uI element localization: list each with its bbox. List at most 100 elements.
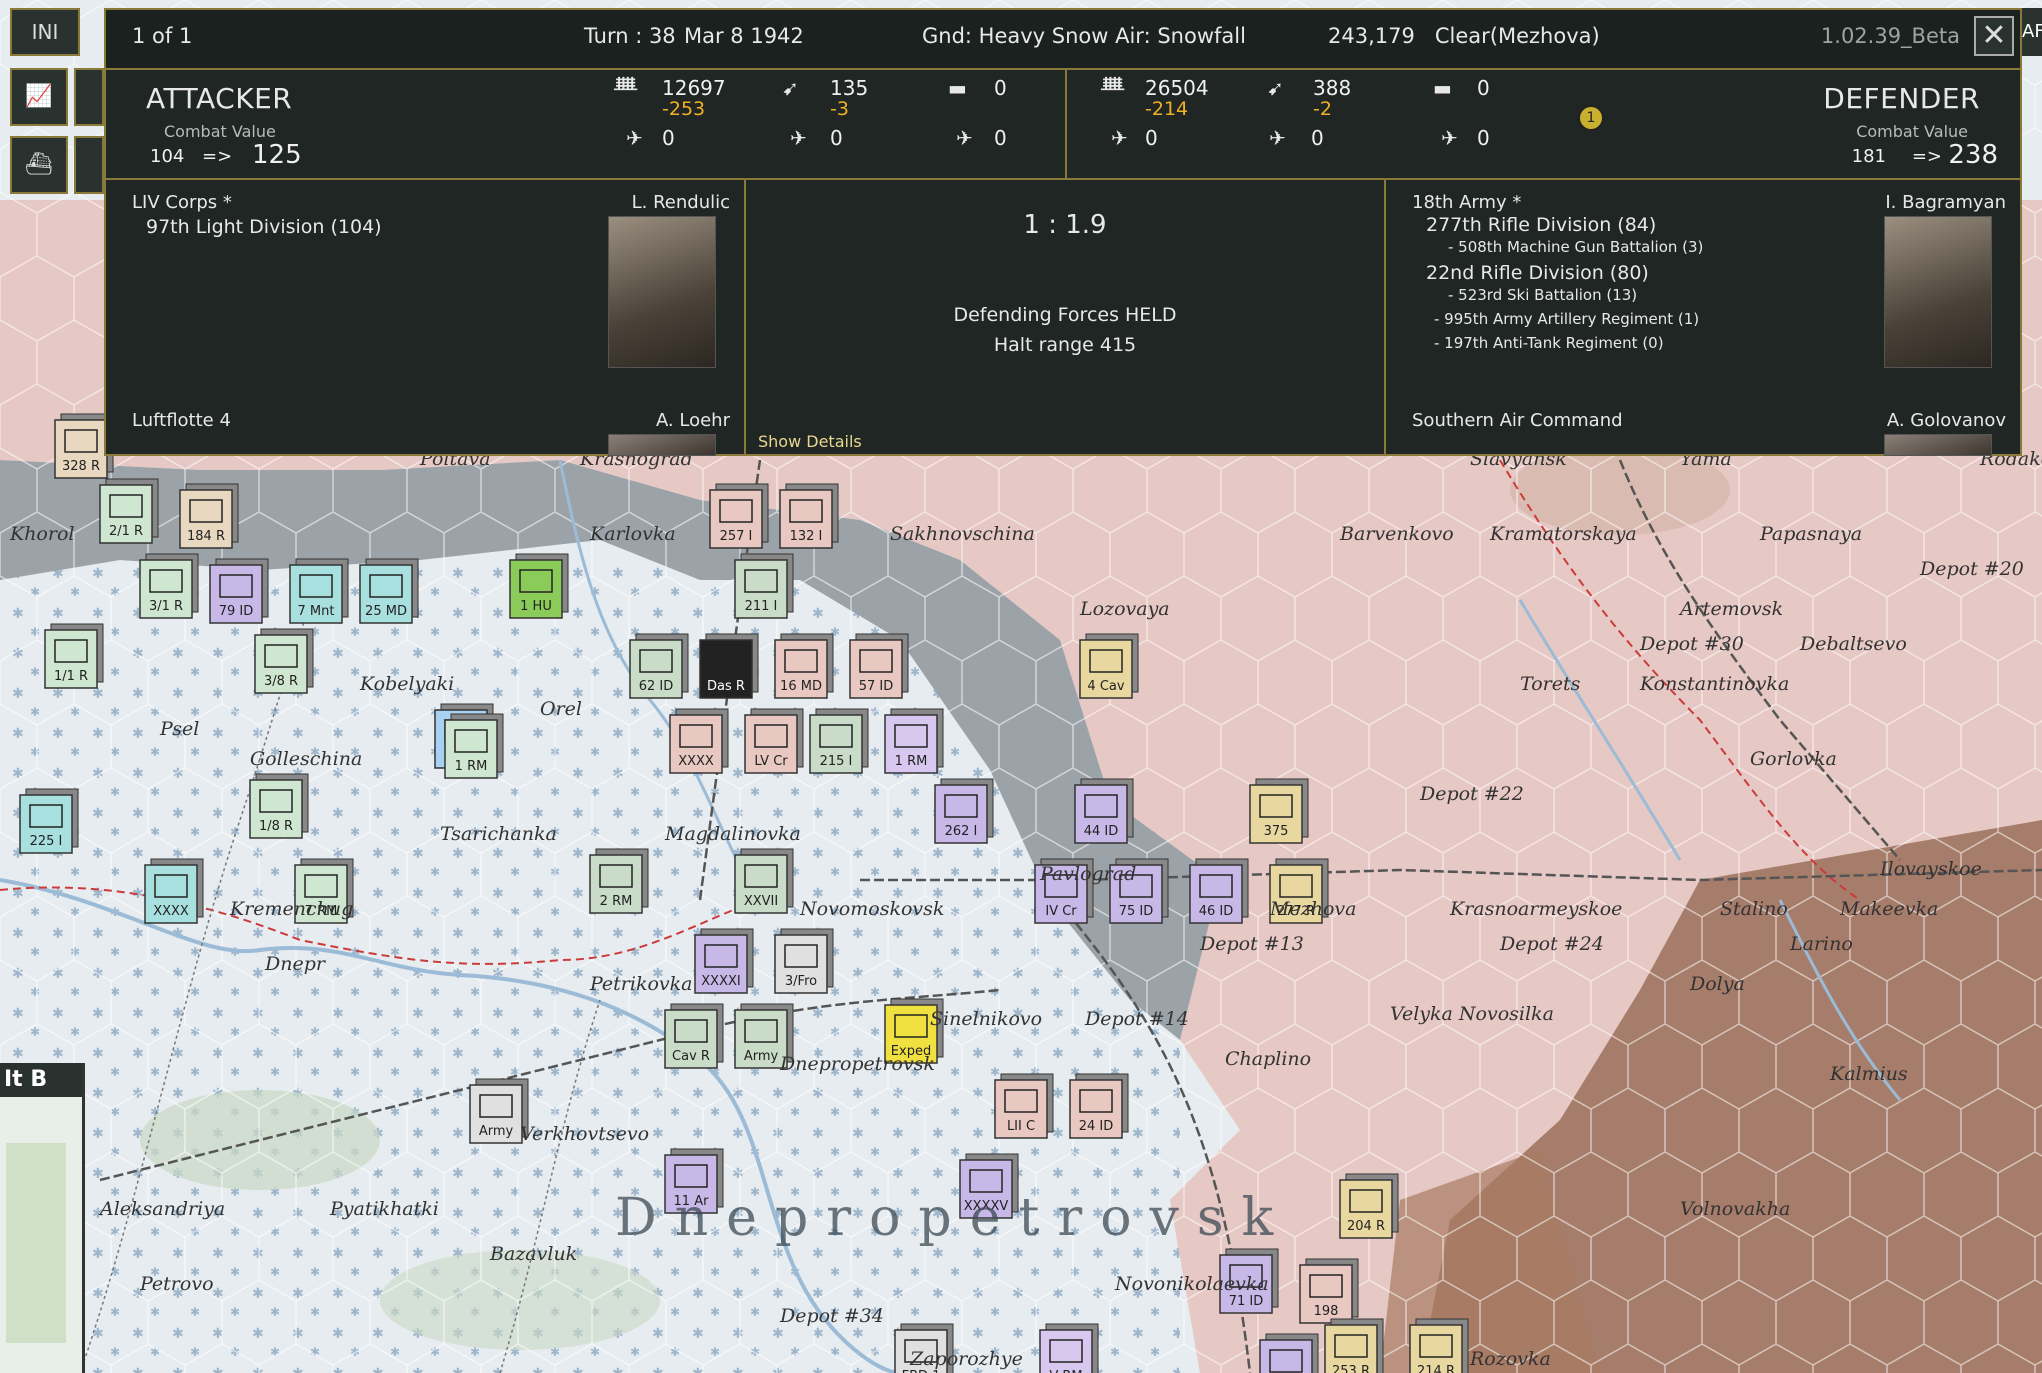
unit-counter[interactable]: 225 I xyxy=(19,788,79,854)
unit-counter[interactable]: LV Cr xyxy=(744,708,804,774)
attacker-unit[interactable]: 97th Light Division (104) xyxy=(146,216,382,238)
unit-counter[interactable]: XXVII xyxy=(734,848,794,914)
map-town-label: Makeevka xyxy=(1839,898,1938,920)
map-town-label: Mezhova xyxy=(1269,898,1356,920)
defender-units-section: 18th Army * I. Bagramyan 277th Rifle Div… xyxy=(1386,180,2020,456)
unit-counter[interactable]: Cav R xyxy=(664,1003,724,1069)
unit-counter[interactable]: 1 RM xyxy=(444,713,504,779)
attacker-air-commander: A. Loehr xyxy=(655,410,730,431)
attacker-title: ATTACKER xyxy=(146,82,293,115)
attacker-units-section: LIV Corps * 97th Light Division (104) L.… xyxy=(106,180,746,456)
tool-icon[interactable] xyxy=(74,68,104,126)
unit-counter-label: 225 I xyxy=(30,834,63,849)
map-town-label: Artemovsk xyxy=(1678,598,1783,620)
close-button[interactable]: ✕ xyxy=(1974,16,2014,56)
unit-counter-label: XXVII xyxy=(744,894,778,909)
map-town-label: Aleksandriya xyxy=(98,1198,225,1220)
map-town-label: Dnepropetrovsk xyxy=(779,1053,935,1075)
gun-icon: ➹ xyxy=(1267,76,1284,100)
defender-subunit[interactable]: - 508th Machine Gun Battalion (3) xyxy=(1448,238,1703,256)
location-label: 243,179 Clear(Mezhova) xyxy=(1328,24,1600,48)
unit-counter[interactable]: 1 HU xyxy=(509,553,569,619)
unit-counter[interactable]: 204 R xyxy=(1339,1173,1399,1239)
defender-subunit[interactable]: - 995th Army Artillery Regiment (1) xyxy=(1434,310,1699,328)
unit-counter[interactable]: 2/1 R xyxy=(99,478,159,544)
defender-subunit[interactable]: - 523rd Ski Battalion (13) xyxy=(1448,286,1637,304)
unit-counter[interactable]: 24 ID xyxy=(1069,1073,1129,1139)
unit-counter[interactable]: 375 xyxy=(1249,778,1309,844)
map-town-label: Tsarichanka xyxy=(440,823,557,845)
defender-tanks: 0 xyxy=(1477,76,1490,100)
attacker-strength: ATTACKER Combat Value 104 => 125 ᚙ 12697… xyxy=(106,70,1067,180)
unit-counter[interactable]: 100 xyxy=(1259,1333,1319,1373)
map-town-label: Petrovo xyxy=(139,1273,214,1295)
map-town-label: Chaplino xyxy=(1225,1048,1311,1070)
unit-counter[interactable]: 4 Cav xyxy=(1079,633,1139,699)
unit-counter[interactable]: 257 I xyxy=(709,483,769,549)
map-town-label: Karlovka xyxy=(589,523,676,545)
unit-counter[interactable]: 7 Mnt xyxy=(289,558,349,624)
unit-counter[interactable]: 184 R xyxy=(179,483,239,549)
unit-counter[interactable]: 211 I xyxy=(734,553,794,619)
unit-counter[interactable]: 214 R xyxy=(1409,1318,1469,1373)
bomber-icon: ✈ xyxy=(1269,126,1286,150)
defender-hq[interactable]: 18th Army * xyxy=(1412,192,1521,213)
unit-counter[interactable]: 1/8 R xyxy=(249,773,309,839)
attacker-hq[interactable]: LIV Corps * xyxy=(132,192,232,213)
unit-counter[interactable]: 62 ID xyxy=(629,633,689,699)
unit-counter[interactable]: 132 I xyxy=(779,483,839,549)
pencil-icon[interactable] xyxy=(74,136,104,194)
defender-subunit[interactable]: - 197th Anti-Tank Regiment (0) xyxy=(1434,334,1664,352)
unit-counter[interactable]: 215 I xyxy=(809,708,869,774)
chart-icon[interactable]: 📈 xyxy=(10,68,68,126)
unit-counter[interactable]: XXXX xyxy=(144,858,204,924)
unit-counter[interactable]: 25 MD xyxy=(359,558,419,624)
attacker-cv-label: Combat Value xyxy=(164,122,276,141)
unit-counter[interactable]: 253 R xyxy=(1324,1318,1384,1373)
show-details-link[interactable]: Show Details xyxy=(758,432,862,451)
close-icon[interactable]: ✕ xyxy=(1981,18,2006,53)
unit-counter[interactable]: 262 I xyxy=(934,778,994,844)
unit-counter[interactable]: LII C xyxy=(994,1073,1054,1139)
unit-counter-body xyxy=(1039,1329,1093,1373)
unit-counter-label: 71 ID xyxy=(1229,1294,1264,1309)
date-label: Mar 8 1942 xyxy=(684,24,804,48)
map-town-label: Magdalinovka xyxy=(664,823,801,845)
defender-unit[interactable]: 277th Rifle Division (84) xyxy=(1426,214,1656,236)
unit-counter[interactable]: XXXXI xyxy=(694,928,754,994)
unit-counter[interactable]: 2 RM xyxy=(589,848,649,914)
unit-counter[interactable]: 3/8 R xyxy=(254,628,314,694)
unit-counter[interactable]: 44 ID xyxy=(1074,778,1134,844)
minimap[interactable]: It B xyxy=(0,1063,85,1373)
unit-counter[interactable]: 3/1 R xyxy=(139,553,199,619)
map-town-label: Verkhovtsevo xyxy=(520,1123,649,1145)
tab-air[interactable]: AF xyxy=(2022,8,2042,56)
defender-guns-loss: -2 xyxy=(1313,98,1332,120)
unit-counter[interactable]: V RM xyxy=(1039,1323,1099,1373)
unit-counter[interactable]: 16 MD xyxy=(774,633,834,699)
unit-counter-label: LV Cr xyxy=(754,754,788,769)
map-town-label: Khorol xyxy=(9,523,74,545)
unit-counter[interactable]: 198 xyxy=(1299,1258,1359,1324)
unit-counter-label: 25 MD xyxy=(365,604,407,619)
defender-air-commander: A. Golovanov xyxy=(1886,410,2006,431)
map-town-label: Orel xyxy=(540,698,582,720)
tab-info[interactable]: INI xyxy=(10,8,80,56)
ship-icon[interactable]: ⛴ xyxy=(10,136,68,194)
unit-counter[interactable]: 46 ID xyxy=(1189,858,1249,924)
unit-counter[interactable]: 79 ID xyxy=(209,558,269,624)
minimap-header: It B xyxy=(0,1063,82,1097)
unit-counter[interactable]: Das R xyxy=(699,633,759,699)
unit-counter-label: Das R xyxy=(707,679,745,694)
unit-counter-label: 3/Fro xyxy=(785,974,817,989)
unit-counter[interactable]: XXXX xyxy=(669,708,729,774)
defender-unit[interactable]: 22nd Rifle Division (80) xyxy=(1426,262,1649,284)
map-town-label: Psel xyxy=(159,718,199,740)
unit-counter[interactable]: 57 ID xyxy=(849,633,909,699)
unit-counter[interactable]: 1 RM xyxy=(884,708,944,774)
unit-counter[interactable]: 3/Fro xyxy=(774,928,834,994)
combat-odds: 1 : 1.9 xyxy=(1023,210,1107,240)
unit-counter[interactable]: 1/1 R xyxy=(44,623,104,689)
map-town-label: Depot #30 xyxy=(1639,633,1744,655)
map-town-label: Dnepr xyxy=(264,953,327,975)
